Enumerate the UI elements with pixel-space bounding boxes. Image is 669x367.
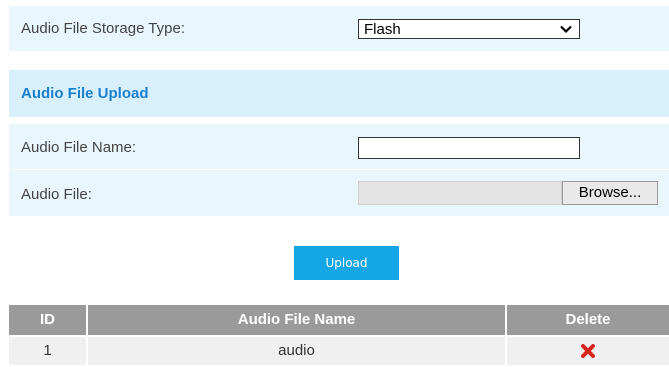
storage-type-select[interactable]: Flash: [358, 19, 580, 39]
table-row-delete-cell: [507, 337, 669, 365]
storage-type-row: Audio File Storage Type: Flash: [9, 6, 669, 51]
delete-x-icon[interactable]: [581, 344, 595, 359]
browse-button[interactable]: Browse...: [562, 181, 658, 205]
storage-type-selected-value: Flash: [364, 21, 401, 38]
storage-type-label: Audio File Storage Type:: [21, 20, 185, 37]
audio-upload-section-header: Audio File Upload: [9, 70, 669, 117]
audio-file-row: Audio File: Browse...: [9, 170, 669, 216]
column-header-id: ID: [9, 305, 86, 335]
column-header-audio-file-name: Audio File Name: [88, 305, 505, 335]
file-path-field[interactable]: [358, 181, 562, 205]
table-row-id-cell: 1: [9, 337, 86, 365]
upload-button[interactable]: Upload: [294, 246, 399, 280]
audio-file-label: Audio File:: [21, 186, 92, 203]
audio-file-name-label: Audio File Name:: [21, 139, 137, 156]
table-row-name-cell: audio: [88, 337, 505, 365]
audio-file-name-row: Audio File Name:: [9, 124, 669, 169]
audio-file-name-input[interactable]: [358, 137, 580, 159]
chevron-down-icon: [560, 25, 572, 34]
section-title: Audio File Upload: [21, 85, 149, 102]
column-header-delete: Delete: [507, 305, 669, 335]
